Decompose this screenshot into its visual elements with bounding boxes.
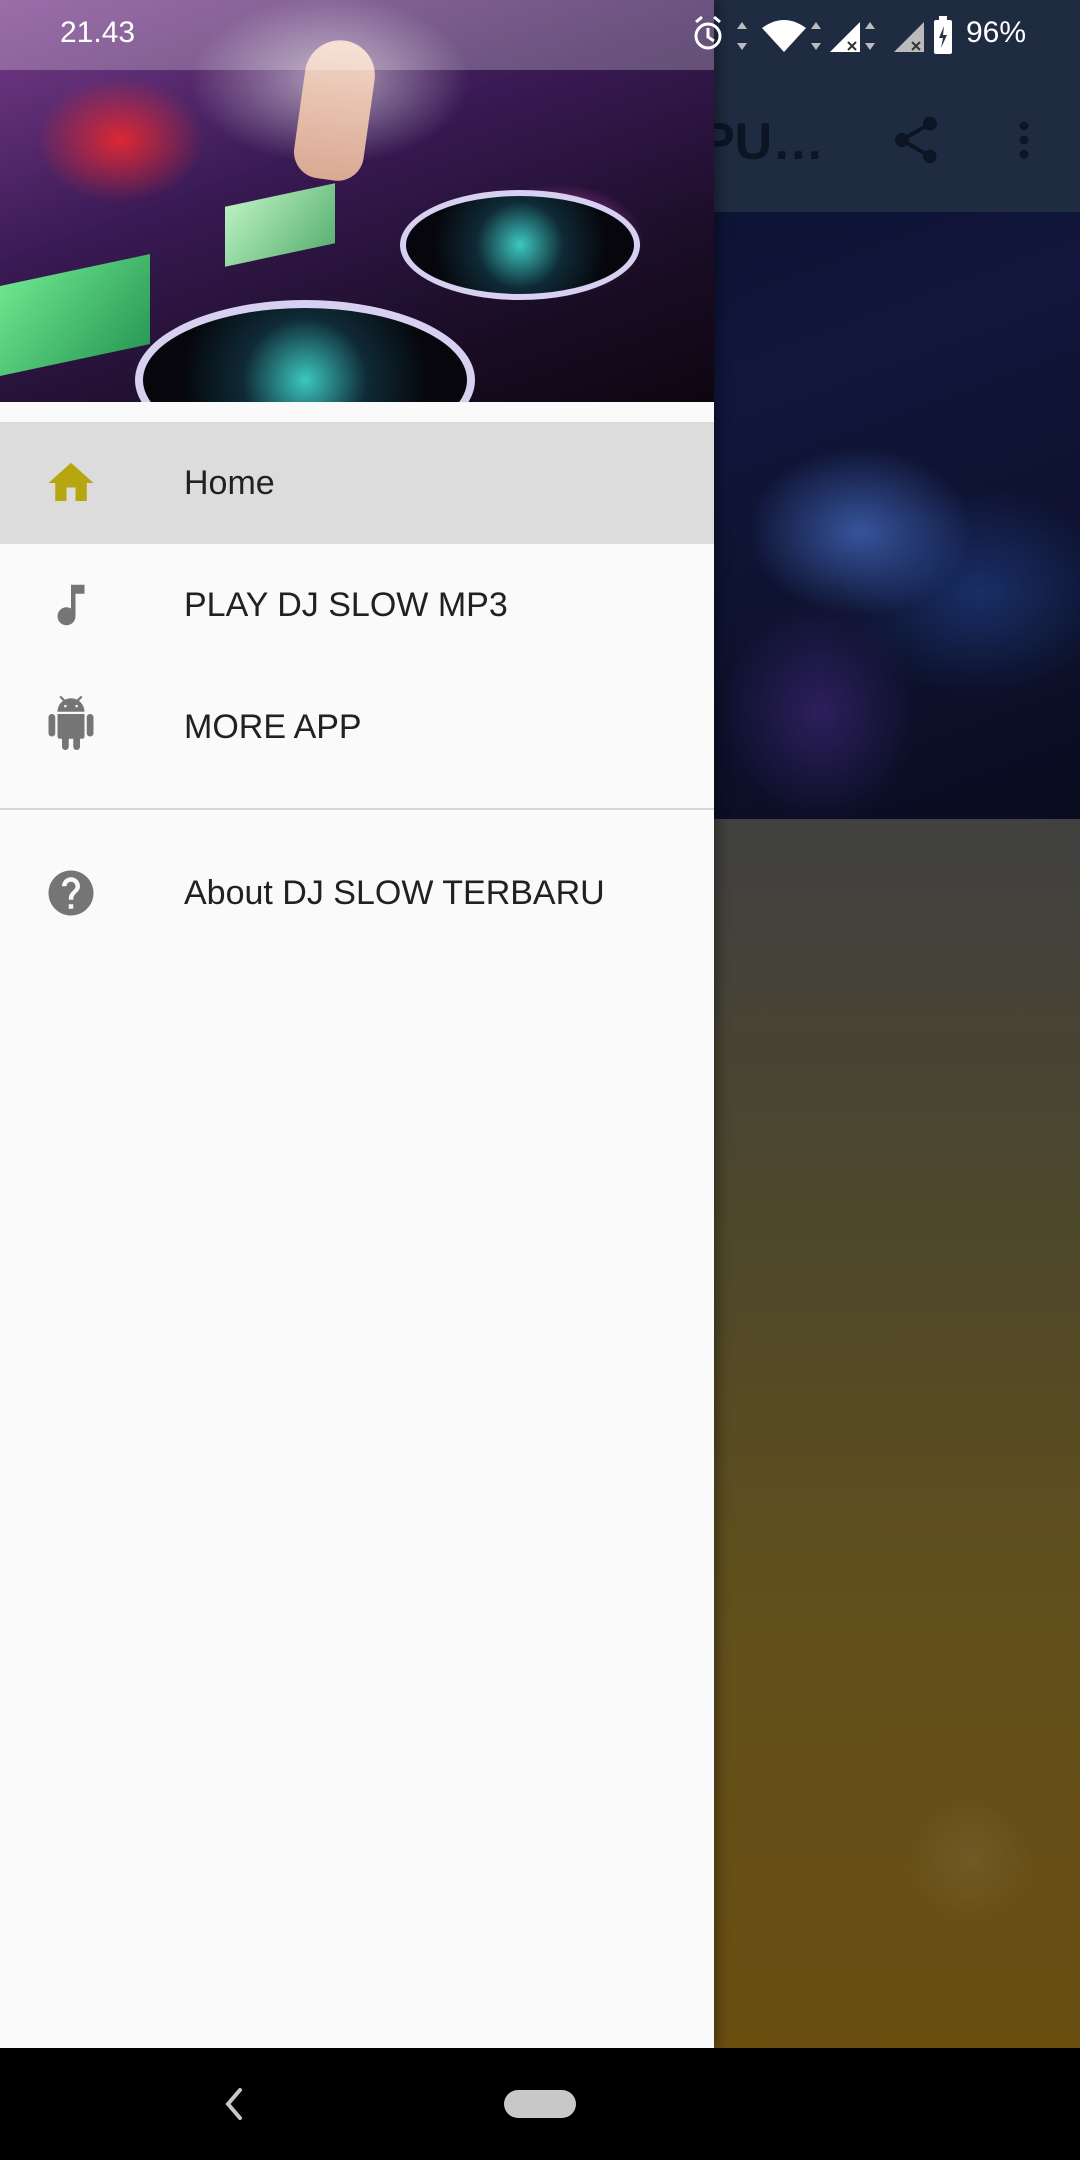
back-icon[interactable] — [218, 2082, 248, 2126]
android-icon — [48, 696, 94, 750]
navigation-drawer: Home PLAY DJ SLOW MP3 MORE APP About DJ … — [0, 0, 714, 2048]
menu-item-home[interactable]: Home — [0, 422, 714, 544]
data-arrows-icon — [865, 22, 875, 50]
menu-item-label: Home — [184, 464, 275, 502]
menu-item-label: PLAY DJ SLOW MP3 — [184, 586, 508, 624]
alarm-icon — [694, 15, 722, 50]
help-circle-icon — [48, 870, 94, 916]
wifi-icon — [762, 20, 806, 52]
signal-icon — [830, 22, 860, 52]
status-icons — [694, 15, 952, 54]
menu-item-play-dj-slow-mp3[interactable]: PLAY DJ SLOW MP3 — [0, 544, 714, 666]
home-pill[interactable] — [504, 2090, 576, 2118]
data-arrows-icon — [737, 22, 747, 50]
turntable-platter — [400, 190, 640, 300]
dj-deck-screen — [225, 183, 335, 267]
screen: PU… Home PLAY DJ SLOW MP3 MORE APP About… — [0, 0, 1080, 2160]
signal-icon-2 — [894, 22, 924, 52]
battery-charging-icon — [934, 16, 952, 54]
turntable-platter — [135, 300, 475, 402]
status-time: 21.43 — [60, 16, 136, 49]
menu-item-label: MORE APP — [184, 708, 362, 746]
battery-percent: 96% — [966, 16, 1027, 49]
status-bar: 21.43 96% — [0, 0, 1080, 70]
menu-item-about[interactable]: About DJ SLOW TERBARU — [0, 832, 714, 954]
data-arrows-icon — [811, 22, 821, 50]
dj-deck-screen — [0, 254, 150, 376]
music-note-icon — [57, 584, 85, 626]
home-icon — [48, 462, 94, 501]
menu-item-more-app[interactable]: MORE APP — [0, 666, 714, 788]
system-navigation-bar — [0, 2048, 1080, 2160]
drawer-divider — [0, 808, 714, 810]
menu-item-label: About DJ SLOW TERBARU — [184, 874, 605, 912]
